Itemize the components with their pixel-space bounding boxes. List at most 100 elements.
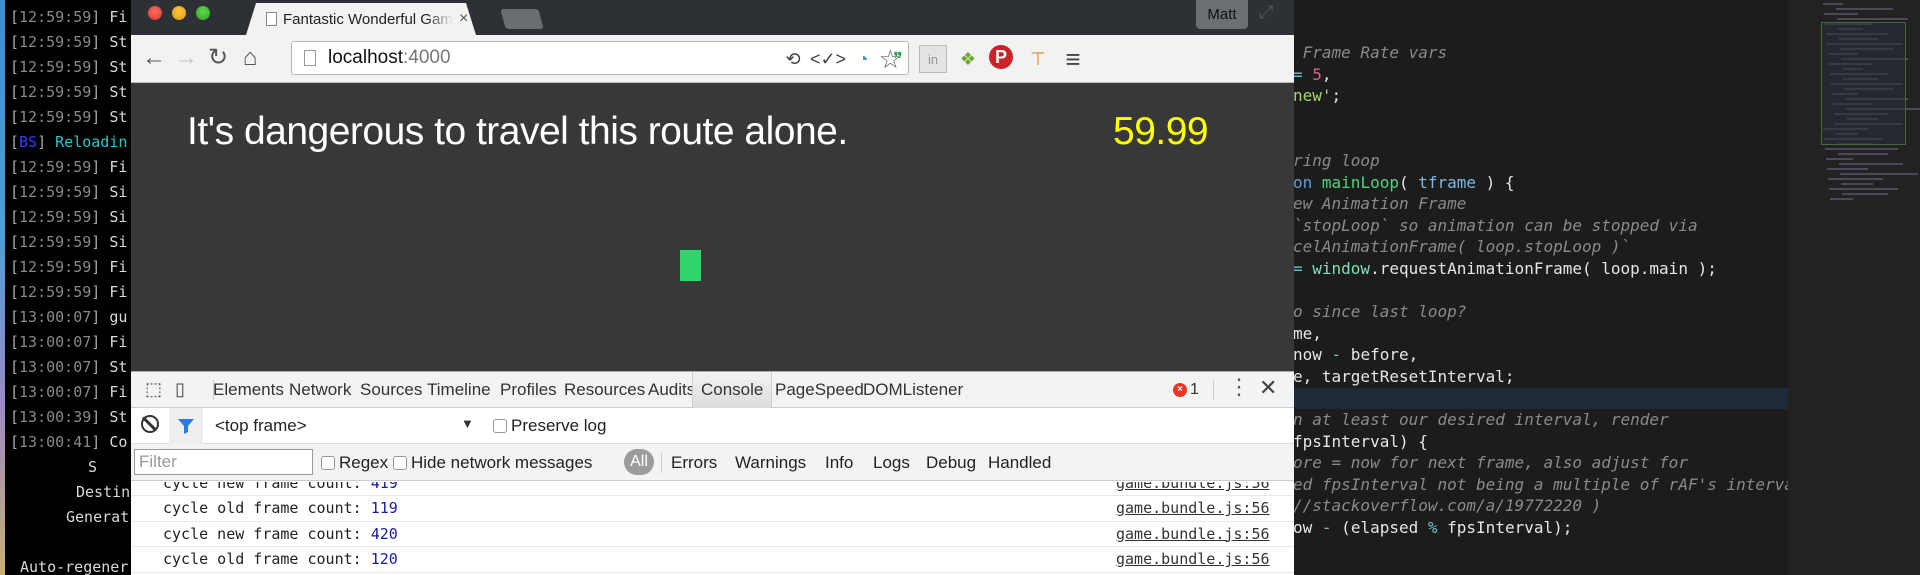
hangouts-icon[interactable]: ❞ (884, 45, 912, 73)
devtools-tab-domlistener[interactable]: DOMListener (863, 372, 963, 408)
context-selector[interactable]: <top frame> (215, 416, 307, 436)
bracket: [ (10, 8, 20, 26)
console-toolbar: <top frame> ▼ Preserve log (131, 408, 1294, 444)
devtools-tab-timeline[interactable]: Timeline (427, 372, 491, 408)
log-text: Fi (109, 333, 128, 351)
code-token: `stopLoop` so animation can be stopped v… (1293, 215, 1698, 235)
devtools-tab-pagespeed[interactable]: PageSpeed (775, 372, 864, 408)
code-token: mainLoop (1321, 172, 1399, 192)
source-link[interactable]: game.bundle.js:56 (1116, 482, 1270, 491)
checkbox[interactable] (493, 419, 507, 433)
pagespeed-icon[interactable]: ◔ (849, 45, 877, 73)
minimize-window-button[interactable] (172, 6, 186, 20)
minimap[interactable] (1813, 0, 1920, 220)
devtools-tab-console[interactable]: Console (692, 372, 773, 408)
cubes-icon[interactable]: ❖ (954, 45, 982, 73)
more-options-icon[interactable]: ⋮ (1228, 374, 1250, 400)
ruler-icon[interactable]: ⊤ (1024, 45, 1052, 73)
game-canvas[interactable]: It's dangerous to travel this route alon… (131, 84, 1294, 371)
devtools-tab-audits[interactable]: Audits (648, 372, 695, 408)
hide-network-checkbox[interactable]: Hide network messages (393, 453, 592, 473)
checkbox[interactable] (321, 456, 335, 470)
devtools-tab-network[interactable]: Network (289, 372, 351, 408)
level-handled-button[interactable]: Handled (988, 453, 1051, 473)
level-debug-button[interactable]: Debug (926, 453, 976, 473)
code-token: ow (1293, 518, 1322, 538)
menu-icon[interactable]: ≡ (1059, 44, 1087, 74)
code-text[interactable]: Frame Rate vars = 5, new'; ring loop on mai… (1293, 42, 1804, 539)
terminal-line: [12:59:59] Si (10, 230, 127, 255)
terminal-line: [12:59:59] St (10, 105, 127, 130)
reload-button[interactable]: ↻ (205, 45, 231, 71)
filter-input[interactable] (134, 449, 313, 475)
level-info-button[interactable]: Info (825, 453, 853, 473)
back-button[interactable]: ← (141, 45, 167, 71)
fullscreen-icon[interactable]: ⤢ (1259, 2, 1283, 26)
device-mode-icon[interactable]: ▯ (175, 379, 185, 400)
clear-console-icon[interactable] (141, 415, 159, 433)
tab-close-button[interactable]: × (459, 10, 468, 28)
regex-checkbox[interactable]: Regex (321, 453, 388, 473)
code-token: 5 (1312, 64, 1322, 84)
devtools-tab-profiles[interactable]: Profiles (500, 372, 557, 408)
devtools-tab-resources[interactable]: Resources (564, 372, 645, 408)
level-warnings-button[interactable]: Warnings (735, 453, 806, 473)
close-devtools-icon[interactable]: ✕ (1259, 375, 1277, 401)
minimap-line (1830, 198, 1853, 200)
message-text: cycle old frame count: (163, 550, 371, 568)
home-button[interactable]: ⌂ (237, 45, 263, 71)
devtools-tab-sources[interactable]: Sources (360, 372, 422, 408)
maximize-window-button[interactable] (196, 6, 210, 20)
checkbox[interactable] (393, 456, 407, 470)
source-link[interactable]: game.bundle.js:56 (1116, 522, 1270, 547)
minimap-line (1842, 193, 1888, 195)
code-line: Frame Rate vars (1293, 42, 1788, 64)
sync-icon[interactable]: ⟲ (779, 45, 807, 73)
bracket: ] (91, 158, 110, 176)
code-line: me, (1293, 323, 1788, 345)
minimap-line (1838, 153, 1888, 155)
minimap-line (1836, 8, 1893, 10)
source-link[interactable]: game.bundle.js:56 (1116, 547, 1270, 572)
browser-tab[interactable]: Fantastic Wonderful Game × (246, 3, 476, 35)
minimap-line (1839, 163, 1903, 165)
bracket: ] (91, 208, 110, 226)
bracket: [ (10, 383, 20, 401)
timestamp: 13:00:41 (19, 433, 92, 451)
level-logs-button[interactable]: Logs (873, 453, 910, 473)
filter-icon (178, 419, 194, 434)
console-output[interactable]: cycle new frame count: 419 game.bundle.js… (131, 482, 1294, 575)
bracket: [ (10, 58, 20, 76)
devtools-tab-elements[interactable]: Elements (213, 372, 284, 408)
code-token: - (1331, 345, 1342, 365)
timestamp: 13:00:39 (19, 408, 92, 426)
inspect-element-icon[interactable]: ⬚ (145, 379, 162, 400)
preserve-log-checkbox[interactable]: Preserve log (493, 416, 606, 436)
forward-button[interactable]: → (173, 45, 199, 71)
profile-button[interactable]: Matt (1196, 0, 1248, 29)
linkedin-icon[interactable]: in (919, 45, 947, 73)
bracket: [ (10, 308, 20, 326)
filter-toggle-button[interactable] (169, 408, 203, 444)
code-token: now (1293, 345, 1332, 365)
validator-icon[interactable]: <✓> (810, 45, 846, 73)
bracket: ] (37, 133, 56, 151)
level-all-button[interactable]: All (624, 449, 654, 475)
code-line: ed fpsInterval not being a multiple of r… (1293, 474, 1804, 496)
new-tab-button[interactable] (500, 9, 544, 29)
level-errors-button[interactable]: Errors (671, 453, 717, 473)
log-text: Co (109, 433, 128, 451)
log-text: Fi (109, 8, 128, 26)
bracket: [ (10, 133, 20, 151)
page-icon (304, 50, 316, 66)
error-count: 1 (1190, 381, 1199, 398)
error-count-badge[interactable]: × 1 (1173, 381, 1199, 399)
chevron-down-icon[interactable]: ▼ (461, 416, 474, 431)
devtools-panel: ⬚ ▯ Elements Network Sources Timeline Profil… (131, 371, 1294, 575)
code-token: celAnimationFrame( loop.stopLoop )` (1293, 237, 1631, 257)
source-link[interactable]: game.bundle.js:56 (1116, 496, 1270, 521)
close-window-button[interactable] (148, 6, 162, 20)
pinterest-icon[interactable]: P (989, 45, 1013, 69)
timestamp: 12:59:59 (19, 283, 92, 301)
minimap-viewport[interactable] (1821, 22, 1906, 145)
